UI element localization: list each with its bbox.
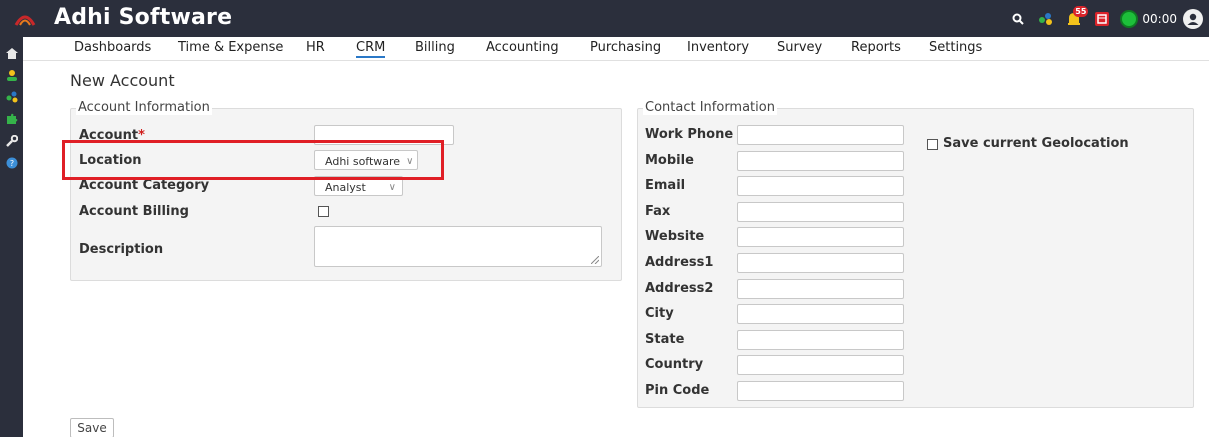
home-icon[interactable] [5,46,19,60]
timer-status-icon [1120,10,1139,28]
account-category-label: Account Category [79,178,210,193]
tab-accounting[interactable]: Accounting [486,40,559,55]
email-input[interactable] [737,176,904,196]
address2-label: Address2 [645,281,714,296]
tab-hr[interactable]: HR [306,40,325,55]
state-label: State [645,332,685,347]
pin-code-input[interactable] [737,381,904,401]
address1-label: Address1 [645,255,714,270]
notification-bell-icon[interactable]: 55 [1064,6,1089,29]
tab-time-expense[interactable]: Time & Expense [178,40,283,55]
description-textarea[interactable] [314,226,602,267]
user-avatar-icon[interactable] [1183,9,1203,29]
email-label: Email [645,178,686,193]
country-label: Country [645,357,704,372]
timer-value: 00:00 [1142,12,1177,26]
tab-survey[interactable]: Survey [777,40,822,55]
work-phone-label: Work Phone [645,127,734,142]
description-label: Description [79,242,164,257]
mobile-input[interactable] [737,151,904,171]
svg-text:?: ? [10,159,14,168]
mobile-label: Mobile [645,153,694,168]
puzzle-icon[interactable] [5,112,19,126]
tab-reports[interactable]: Reports [851,40,901,55]
tab-crm[interactable]: CRM [356,40,386,58]
website-input[interactable] [737,227,904,247]
chevron-down-icon: ∨ [388,181,396,193]
resize-handle-icon[interactable] [591,256,599,264]
fax-input[interactable] [737,202,904,222]
city-input[interactable] [737,304,904,324]
country-input[interactable] [737,355,904,375]
notification-count-badge: 55 [1073,6,1089,17]
work-phone-input[interactable] [737,125,904,145]
tab-purchasing[interactable]: Purchasing [590,40,661,55]
account-category-value: Analyst [325,180,366,194]
page-title: New Account [70,71,175,90]
contact-info-title: Contact Information [643,100,777,115]
brand-title: Adhi Software [54,5,233,30]
tab-settings[interactable]: Settings [929,40,982,55]
timer-widget[interactable]: 00:00 [1120,10,1177,28]
tab-inventory[interactable]: Inventory [687,40,749,55]
account-info-title: Account Information [76,100,212,115]
tab-billing[interactable]: Billing [415,40,455,55]
address2-input[interactable] [737,279,904,299]
wrench-icon[interactable] [5,134,19,148]
location-highlight-box [62,140,444,180]
main-nav: Dashboards Time & Expense HR CRM Billing… [23,37,1209,61]
geolocation-checkbox[interactable] [927,139,938,150]
fax-label: Fax [645,204,671,219]
search-icon[interactable] [1008,9,1028,29]
pin-code-label: Pin Code [645,383,710,398]
left-sidebar: ? [0,37,23,437]
network-icon[interactable] [5,90,19,104]
apps-icon[interactable] [1036,9,1056,29]
website-label: Website [645,229,705,244]
contact-info-panel [637,108,1194,408]
calendar-icon[interactable] [1092,9,1112,29]
tab-dashboards[interactable]: Dashboards [74,40,151,55]
help-icon[interactable]: ? [5,156,19,170]
logo-icon [14,15,36,26]
top-bar: Adhi Software 55 00:00 [0,0,1209,37]
geolocation-label: Save current Geolocation [943,136,1129,151]
save-button[interactable]: Save [70,418,114,437]
city-label: City [645,306,674,321]
users-icon[interactable] [5,68,19,82]
account-billing-checkbox[interactable] [318,206,329,217]
state-input[interactable] [737,330,904,350]
address1-input[interactable] [737,253,904,273]
account-billing-label: Account Billing [79,204,189,219]
